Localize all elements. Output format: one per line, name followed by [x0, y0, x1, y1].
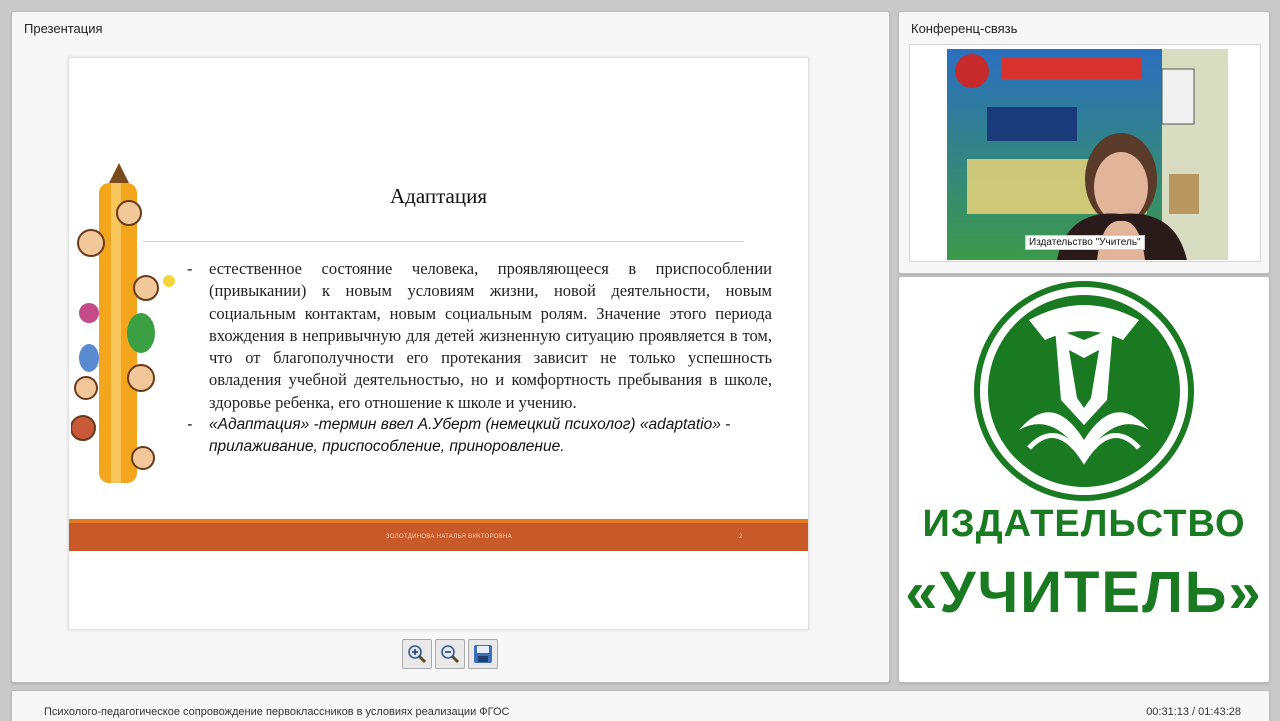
camera-label: Издательство "Учитель": [1025, 235, 1145, 250]
brand-name: «УЧИТЕЛЬ»: [905, 560, 1263, 625]
zoom-out-icon: [441, 645, 460, 664]
presentation-panel: Презентация Адаптация - естественное сос…: [11, 11, 890, 683]
bullet-marker: -: [187, 416, 193, 434]
bullet-text: «Адаптация» -термин ввел А.Уберт (немецк…: [209, 416, 731, 456]
bottom-bar: Психолого-педагогическое сопровождение п…: [11, 690, 1270, 721]
slide-bullet: - естественное состояние человека, прояв…: [187, 258, 772, 414]
slide-divider: [143, 241, 744, 242]
publisher-logo-panel: ИЗДАТЕЛЬСТВО «УЧИТЕЛЬ»: [898, 276, 1270, 683]
webcam-view: Издательство "Учитель": [947, 49, 1228, 260]
slide-footer: ЗОЛОТДИНОВА НАТАЛЬЯ ВИКТОРОВНА 2: [69, 523, 808, 551]
presentation-title: Презентация: [24, 21, 103, 36]
zoom-in-button[interactable]: [402, 639, 432, 669]
slide-heading: Адаптация: [389, 184, 488, 208]
floppy-disk-icon: [474, 645, 492, 663]
conference-panel: Конференц-связь Издательство "Учитель": [898, 11, 1270, 274]
bullet-text: естественное состояние человека, проявля…: [209, 259, 772, 412]
conference-title: Конференц-связь: [911, 21, 1018, 36]
slide-bullet: - «Адаптация» -термин ввел А.Уберт (неме…: [187, 414, 772, 458]
lesson-title: Психолого-педагогическое сопровождение п…: [44, 706, 510, 718]
zoom-in-icon: [408, 645, 427, 664]
publisher-name: ИЗДАТЕЛЬСТВО: [922, 503, 1246, 545]
slide-page-number: 2: [739, 534, 743, 540]
video-feed[interactable]: Издательство "Учитель": [909, 44, 1261, 262]
save-button[interactable]: [468, 639, 498, 669]
playback-time: 00:31:13 / 01:43:28: [1146, 706, 1241, 718]
bullet-marker: -: [187, 259, 193, 278]
zoom-out-button[interactable]: [435, 639, 465, 669]
publisher-logo-icon: [974, 281, 1194, 501]
slide: Адаптация - естественное состояние челов…: [68, 57, 809, 630]
pencil-children-illustration: [71, 163, 175, 483]
webcam-image: [947, 49, 1228, 260]
slide-bullet-list: - естественное состояние человека, прояв…: [187, 258, 772, 458]
slide-footer-author: ЗОЛОТДИНОВА НАТАЛЬЯ ВИКТОРОВНА: [386, 534, 512, 540]
